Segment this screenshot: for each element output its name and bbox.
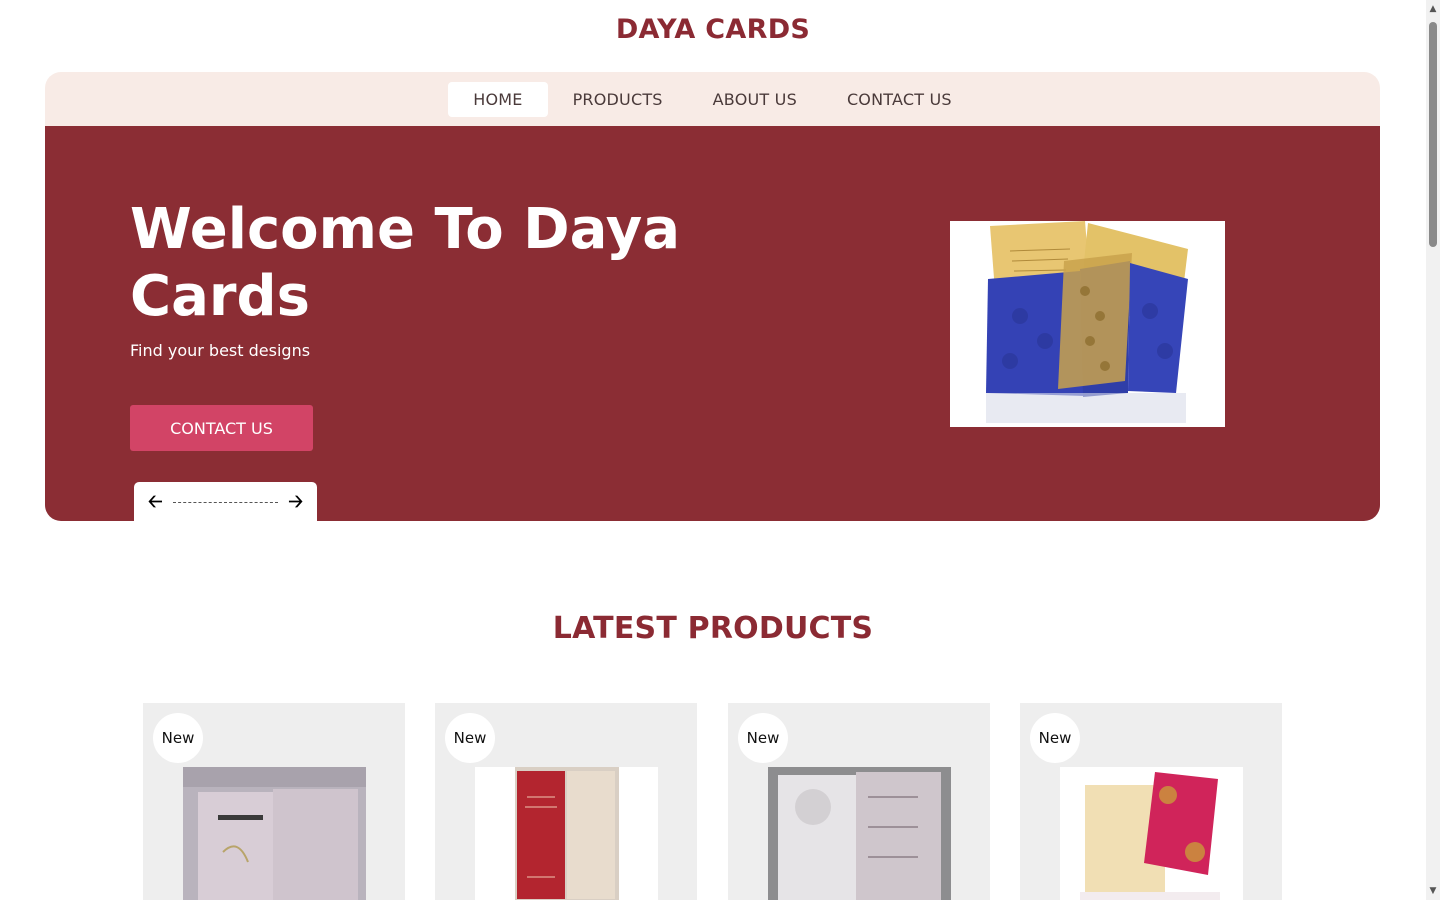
product-image[interactable] [475, 767, 658, 900]
scroll-up-icon[interactable]: ▲ [1426, 2, 1440, 16]
product-image[interactable] [1060, 767, 1243, 900]
product-card[interactable]: New [1020, 703, 1282, 900]
page: DAYA CARDS HOME PRODUCTS ABOUT US CONTAC… [0, 0, 1426, 900]
slider-controls: 🡠 🡢 [134, 482, 317, 521]
new-badge: New [445, 713, 495, 763]
brand-logo[interactable]: DAYA CARDS [0, 14, 1426, 45]
arrow-left-icon[interactable]: 🡠 [148, 493, 163, 511]
new-badge: New [153, 713, 203, 763]
product-image[interactable] [183, 767, 366, 900]
hero-card-image [950, 221, 1225, 427]
new-badge: New [738, 713, 788, 763]
scroll-down-icon[interactable]: ▼ [1426, 884, 1440, 898]
main-nav: HOME PRODUCTS ABOUT US CONTACT US [45, 72, 1380, 126]
nav-products[interactable]: PRODUCTS [548, 82, 688, 117]
scroll-thumb[interactable] [1429, 22, 1437, 247]
product-image[interactable] [768, 767, 951, 900]
hero-title: Welcome To Daya Cards [130, 197, 681, 329]
slider-progress [172, 501, 279, 503]
nav-contact-us[interactable]: CONTACT US [822, 82, 977, 117]
product-card[interactable]: New [143, 703, 405, 900]
hero-banner: Welcome To Daya Cards Find your best des… [45, 126, 1380, 521]
arrow-right-icon[interactable]: 🡢 [288, 493, 303, 511]
contact-us-button[interactable]: CONTACT US [130, 405, 313, 451]
vertical-scrollbar[interactable]: ▲ ▼ [1426, 0, 1440, 900]
product-card[interactable]: New [435, 703, 697, 900]
nav-home[interactable]: HOME [448, 81, 548, 117]
latest-products-title: LATEST PRODUCTS [552, 611, 874, 646]
new-badge: New [1030, 713, 1080, 763]
hero-subtitle: Find your best designs [130, 341, 311, 360]
nav-about-us[interactable]: ABOUT US [688, 82, 822, 117]
product-card[interactable]: New [728, 703, 990, 900]
